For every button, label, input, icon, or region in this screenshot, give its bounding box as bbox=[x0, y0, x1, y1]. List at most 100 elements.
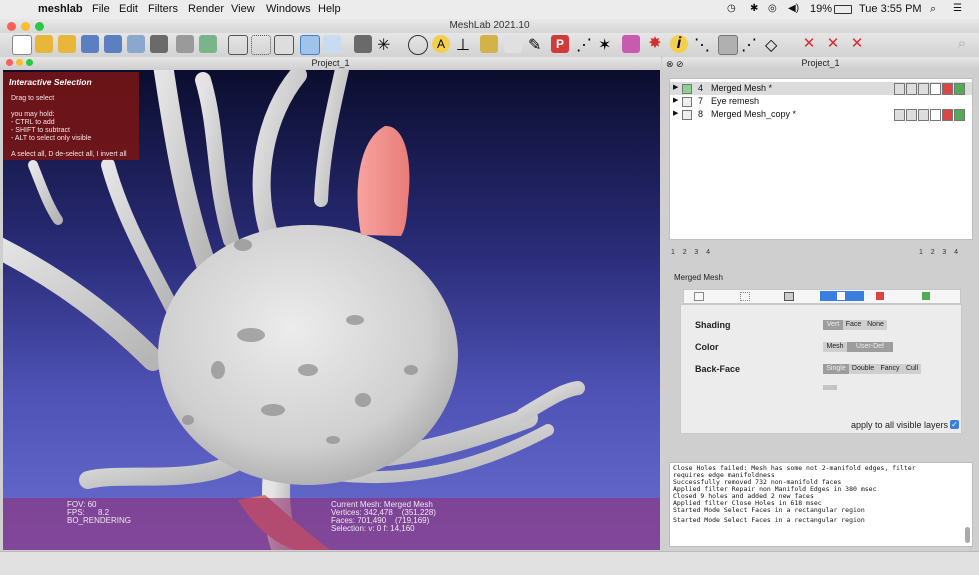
info-icon[interactable]: i bbox=[670, 35, 688, 53]
visibility-eye-icon[interactable] bbox=[682, 110, 692, 120]
shading-option-face[interactable]: Face bbox=[843, 320, 864, 330]
expand-arrow-icon[interactable]: ▶ bbox=[673, 83, 678, 91]
visibility-eye-icon[interactable] bbox=[682, 84, 692, 94]
delete-vertices-icon[interactable]: ✕ bbox=[800, 35, 818, 53]
export-mesh-icon[interactable] bbox=[127, 35, 145, 53]
new-project-icon[interactable] bbox=[12, 35, 32, 55]
snapshot-icon[interactable] bbox=[150, 35, 168, 53]
backface-option-double[interactable]: Double bbox=[849, 364, 877, 374]
control-center-icon[interactable]: ☰ bbox=[953, 3, 962, 14]
backface-option-fancy[interactable]: Fancy bbox=[877, 364, 903, 374]
select-connected-icon[interactable]: ⋰ bbox=[741, 35, 759, 54]
open-project-icon[interactable] bbox=[35, 35, 53, 53]
scatter-icon[interactable]: ⋰ bbox=[576, 35, 594, 54]
wireframe-icon[interactable] bbox=[274, 35, 294, 55]
layer-points-icon[interactable] bbox=[906, 109, 917, 121]
tab-color-icon[interactable] bbox=[870, 291, 892, 301]
visibility-eye-icon[interactable] bbox=[682, 97, 692, 107]
expand-arrow-icon[interactable]: ▶ bbox=[673, 109, 678, 117]
toolbar-search-icon[interactable]: ⌕ bbox=[953, 35, 971, 53]
volume-icon[interactable]: ◀) bbox=[788, 3, 799, 14]
georef-icon[interactable] bbox=[504, 35, 522, 53]
shading-option-vert[interactable]: Vert bbox=[823, 320, 843, 330]
layer-bbox-icon[interactable] bbox=[894, 109, 905, 121]
apply-all-checkbox[interactable]: ✓ bbox=[950, 420, 959, 429]
page-link[interactable]: 2 bbox=[931, 249, 935, 256]
app-menu[interactable]: meshlab bbox=[38, 3, 83, 15]
layer-row[interactable]: ▶ 4 Merged Mesh * bbox=[670, 82, 972, 95]
menu-windows[interactable]: Windows bbox=[266, 3, 311, 15]
points-render-icon[interactable] bbox=[251, 35, 271, 55]
layer-name[interactable]: Merged Mesh_copy * bbox=[711, 109, 796, 119]
backface-option-single[interactable]: Single bbox=[823, 364, 849, 374]
layer-color-icon[interactable] bbox=[942, 83, 953, 95]
tab-texture-icon[interactable] bbox=[916, 291, 938, 301]
bluetooth-icon[interactable]: ✱ bbox=[750, 3, 758, 14]
page-link[interactable]: 3 bbox=[694, 249, 698, 256]
menu-help[interactable]: Help bbox=[318, 3, 341, 15]
menu-edit[interactable]: Edit bbox=[119, 3, 138, 15]
layer-name[interactable]: Merged Mesh * bbox=[711, 83, 772, 93]
lighting-icon[interactable] bbox=[354, 35, 372, 53]
color-option-mesh[interactable]: Mesh bbox=[823, 342, 847, 352]
log-scrollbar[interactable] bbox=[965, 527, 970, 543]
bounding-box-icon[interactable] bbox=[228, 35, 248, 55]
tab-wire-icon[interactable] bbox=[778, 291, 800, 301]
page-link[interactable]: 3 bbox=[942, 249, 946, 256]
delete-selection-icon[interactable]: ✕ bbox=[848, 35, 866, 53]
menu-view[interactable]: View bbox=[231, 3, 255, 15]
clock[interactable]: Tue 3:55 PM bbox=[859, 3, 922, 15]
menu-render[interactable]: Render bbox=[188, 3, 224, 15]
viewport-minimize-button[interactable] bbox=[16, 59, 23, 66]
battery-icon[interactable] bbox=[834, 5, 852, 14]
tab-solid-icon[interactable] bbox=[820, 291, 864, 301]
page-link[interactable]: 4 bbox=[954, 249, 958, 256]
backface-option-cull[interactable]: Cull bbox=[903, 364, 921, 374]
tab-points-icon[interactable] bbox=[734, 291, 756, 301]
trackball-icon[interactable] bbox=[199, 35, 217, 53]
extra-option-slider[interactable] bbox=[823, 385, 837, 390]
tab-bbox-icon[interactable] bbox=[688, 291, 710, 301]
expand-arrow-icon[interactable]: ▶ bbox=[673, 96, 678, 104]
viewport-zoom-button[interactable] bbox=[26, 59, 33, 66]
select-faces-icon[interactable] bbox=[718, 35, 738, 55]
layer-color-icon[interactable] bbox=[942, 109, 953, 121]
brush-icon[interactable]: ✎ bbox=[528, 35, 546, 54]
select-vertices-icon[interactable]: ⋱ bbox=[694, 35, 712, 54]
layer-solid-icon[interactable] bbox=[930, 109, 941, 121]
axis-icon[interactable]: ✳ bbox=[377, 35, 395, 54]
page-link[interactable]: 1 bbox=[671, 249, 675, 256]
layer-wire-icon[interactable] bbox=[918, 83, 929, 95]
delete-faces-icon[interactable]: ✕ bbox=[824, 35, 842, 53]
layer-row[interactable]: ▶ 7 Eye remesh bbox=[670, 95, 972, 108]
select-region-icon[interactable]: ◇ bbox=[765, 35, 783, 54]
layer-texture-icon[interactable] bbox=[954, 109, 965, 121]
page-link[interactable]: 4 bbox=[706, 249, 710, 256]
shading-option-none[interactable]: None bbox=[864, 320, 887, 330]
align-icon[interactable]: ✶ bbox=[598, 35, 616, 54]
annotation-icon[interactable]: A bbox=[432, 35, 450, 53]
page-link[interactable]: 1 bbox=[919, 249, 923, 256]
measure-tool-icon[interactable] bbox=[408, 35, 428, 55]
color-paint-icon[interactable] bbox=[622, 35, 640, 53]
layer-points-icon[interactable] bbox=[906, 83, 917, 95]
cast-icon[interactable]: ◎ bbox=[768, 3, 777, 14]
spotlight-search-icon[interactable]: ⌕ bbox=[930, 3, 936, 16]
layers-icon[interactable] bbox=[176, 35, 194, 53]
layer-bbox-icon[interactable] bbox=[894, 83, 905, 95]
layer-texture-icon[interactable] bbox=[954, 83, 965, 95]
layer-name[interactable]: Eye remesh bbox=[711, 96, 759, 106]
pp-icon[interactable]: P bbox=[551, 35, 569, 53]
menu-file[interactable]: File bbox=[92, 3, 110, 15]
pick-points-icon[interactable]: ⊥ bbox=[456, 35, 474, 54]
color-option-user-def[interactable]: User-Def bbox=[847, 342, 893, 352]
time-machine-icon[interactable]: ◷ bbox=[727, 3, 736, 14]
import-mesh-icon[interactable] bbox=[58, 35, 76, 53]
reload-icon[interactable] bbox=[81, 35, 99, 53]
menu-filters[interactable]: Filters bbox=[148, 3, 178, 15]
layer-solid-icon[interactable] bbox=[930, 83, 941, 95]
decorate-icon[interactable]: ✸ bbox=[646, 35, 664, 53]
page-link[interactable]: 2 bbox=[683, 249, 687, 256]
layer-row[interactable]: ▶ 8 Merged Mesh_copy * bbox=[670, 108, 972, 121]
reload-all-icon[interactable] bbox=[104, 35, 122, 53]
